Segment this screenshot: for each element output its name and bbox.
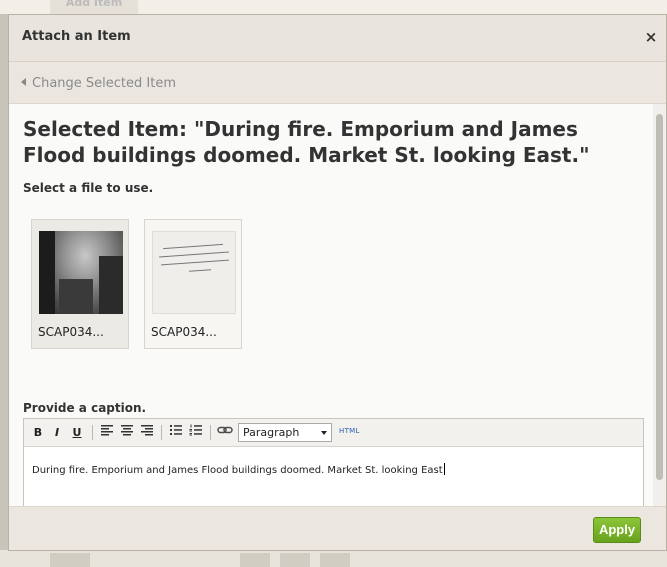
editor-toolbar: B I U Paragraph HTML (24, 419, 643, 447)
background-block (240, 553, 270, 567)
modal-footer: Apply (9, 506, 666, 550)
caption-label: Provide a caption. (23, 401, 147, 415)
background-block (280, 553, 310, 567)
attach-item-modal: Attach an Item × Change Selected Item Se… (8, 14, 667, 551)
triangle-left-icon (21, 78, 26, 86)
bullet-list-button[interactable] (167, 424, 185, 442)
caption-text: During fire. Emporium and James Flood bu… (32, 465, 443, 476)
align-left-button[interactable] (98, 424, 116, 442)
format-select[interactable]: Paragraph (238, 423, 332, 442)
change-selected-item-link[interactable]: Change Selected Item (21, 76, 176, 91)
file-thumbnail-document (152, 231, 236, 314)
file-card[interactable]: SCAP034... (31, 219, 129, 349)
scrollbar-thumb[interactable] (656, 114, 663, 480)
bullet-list-icon (170, 425, 182, 435)
background-tab-label: Add Item (65, 0, 123, 9)
select-file-label: Select a file to use. (23, 181, 154, 195)
html-source-button[interactable]: HTML (339, 427, 360, 435)
bold-button[interactable]: B (30, 424, 46, 442)
numbered-list-button[interactable] (187, 424, 205, 442)
modal-content: Selected Item: "During fire. Emporium an… (9, 104, 653, 506)
content-scrollbar[interactable] (653, 104, 666, 506)
align-right-icon (141, 425, 153, 436)
insert-link-button[interactable] (216, 424, 234, 442)
file-name: SCAP034... (38, 325, 104, 339)
align-left-icon (101, 425, 113, 436)
change-selection-bar: Change Selected Item (9, 62, 666, 104)
chevron-down-icon (321, 431, 327, 435)
file-thumbnail-photo (39, 231, 123, 314)
format-select-value: Paragraph (243, 426, 300, 439)
italic-button[interactable]: I (49, 424, 65, 442)
change-selected-item-label: Change Selected Item (32, 76, 176, 91)
close-icon[interactable]: × (642, 27, 660, 47)
toolbar-divider (210, 425, 211, 440)
caption-editor: B I U Paragraph HTML During fire. Empori… (23, 418, 644, 506)
align-center-icon (121, 425, 133, 436)
underline-button[interactable]: U (69, 424, 85, 442)
caption-text-area[interactable]: During fire. Emporium and James Flood bu… (32, 463, 445, 476)
modal-title: Attach an Item (22, 29, 131, 44)
toolbar-divider (92, 425, 93, 440)
align-center-button[interactable] (118, 424, 136, 442)
selected-item-title: Selected Item: "During fire. Emporium an… (23, 117, 590, 167)
apply-button[interactable]: Apply (593, 517, 641, 543)
toolbar-divider (161, 425, 162, 440)
file-card[interactable]: SCAP034... (144, 219, 242, 349)
link-icon (217, 426, 233, 434)
align-right-button[interactable] (138, 424, 156, 442)
text-caret (443, 463, 445, 475)
background-block (50, 553, 90, 567)
numbered-list-icon (189, 424, 202, 436)
file-name: SCAP034... (151, 325, 217, 339)
background-block (320, 553, 350, 567)
background-tab: Add Item (50, 0, 138, 14)
modal-header: Attach an Item × (9, 15, 666, 62)
